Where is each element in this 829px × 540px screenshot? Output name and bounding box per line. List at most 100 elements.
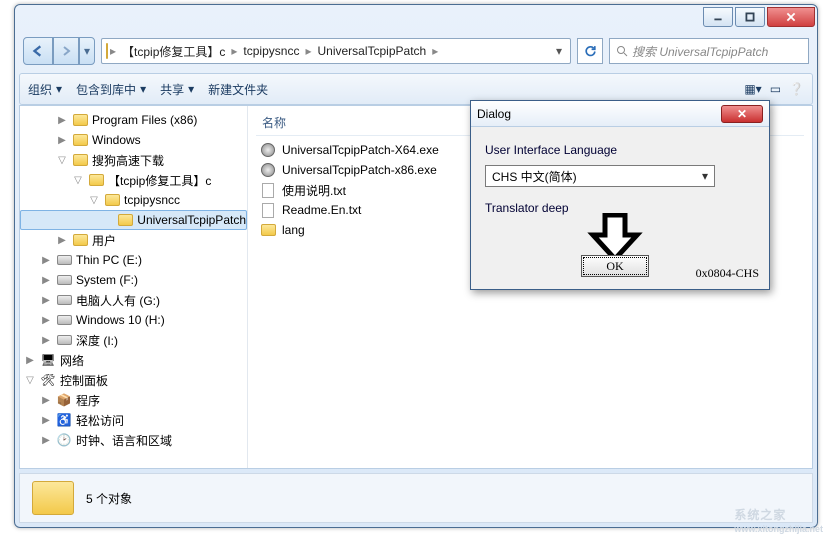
file-name: Readme.En.txt (282, 203, 361, 217)
minimize-button[interactable] (703, 7, 733, 27)
tree-item[interactable]: ▶深度 (I:) (20, 330, 247, 350)
tree-twisty[interactable]: ▶ (40, 395, 52, 406)
dialog-title: Dialog (477, 107, 511, 121)
tree-item[interactable]: ▶📦程序 (20, 390, 247, 410)
tree-item[interactable]: ▶ Windows (20, 130, 247, 150)
tree-item[interactable]: ▶ 🖥网络 (20, 350, 247, 370)
forward-button[interactable] (53, 37, 79, 65)
status-text: 5 个对象 (86, 490, 132, 507)
include-button[interactable]: 包含到库中▾ (76, 81, 146, 98)
tree-label: Windows (92, 133, 141, 147)
ease-icon: ♿ (56, 412, 72, 428)
preview-button[interactable]: ▭ (770, 82, 781, 96)
tree-item[interactable]: ▶ ♿轻松访问 (20, 410, 247, 430)
folder-icon (72, 152, 88, 168)
tree-twisty[interactable]: ▽ (56, 155, 68, 166)
tree-label: UniversalTcpipPatch (137, 213, 246, 227)
help-button[interactable]: ❔ (789, 82, 804, 96)
dialog-close-button[interactable]: ✕ (721, 105, 763, 123)
view-button[interactable]: ▦▾ (744, 82, 761, 96)
tree-item[interactable]: ▽搜狗高速下载 (20, 150, 247, 170)
titlebar (15, 5, 817, 35)
tree-label: Program Files (x86) (92, 113, 197, 127)
breadcrumb-item[interactable]: 【tcpip修复工具】c (118, 41, 229, 62)
nav-history-dropdown[interactable]: ▾ (79, 37, 95, 65)
tree-twisty[interactable]: ▶ (40, 335, 52, 346)
tree-twisty[interactable]: ▶ (40, 295, 52, 306)
language-label: User Interface Language (485, 143, 755, 157)
tree-item[interactable]: ▽ tcpipysncc (20, 190, 247, 210)
tree-twisty[interactable]: ▶ (24, 355, 36, 366)
folder-big-icon (32, 481, 74, 515)
folder-icon (88, 172, 104, 188)
tree-twisty[interactable]: ▶ (56, 235, 68, 246)
search-input[interactable]: 搜索 UniversalTcpipPatch (609, 38, 809, 64)
address-bar[interactable]: ▸ 【tcpip修复工具】c ▸ tcpipysncc ▸ UniversalT… (101, 38, 571, 64)
drive-icon (56, 272, 72, 288)
search-placeholder: 搜索 UniversalTcpipPatch (632, 43, 768, 60)
tree-label: 程序 (76, 392, 100, 409)
ok-button[interactable]: OK (581, 255, 649, 277)
tree-item[interactable]: ▶System (F:) (20, 270, 247, 290)
tree-item[interactable]: ▶Thin PC (E:) (20, 250, 247, 270)
refresh-button[interactable] (577, 38, 603, 64)
tree-twisty[interactable]: ▶ (40, 435, 52, 446)
breadcrumb-item[interactable]: UniversalTcpipPatch (313, 42, 430, 60)
tree-twisty[interactable]: ▶ (40, 255, 52, 266)
tree-twisty[interactable]: ▽ (24, 375, 36, 386)
breadcrumb-sep: ▸ (303, 44, 313, 58)
tree-item[interactable]: ▽ 🛠控制面板 (20, 370, 247, 390)
net-icon: 🖥 (40, 352, 56, 368)
drive-icon (56, 312, 72, 328)
tree-twisty[interactable]: ▽ (72, 175, 84, 186)
tree-label: 控制面板 (60, 372, 108, 389)
tree-label: tcpipysncc (124, 193, 180, 207)
tree-label: 轻松访问 (76, 412, 124, 429)
organize-button[interactable]: 组织▾ (28, 81, 62, 98)
tree-twisty[interactable]: ▶ (56, 115, 68, 126)
tree-item[interactable]: ▶🕑时钟、语言和区域 (20, 430, 247, 450)
breadcrumb-item[interactable]: tcpipysncc (239, 42, 303, 60)
tree-twisty[interactable]: ▶ (56, 135, 68, 146)
tree-label: 网络 (60, 352, 84, 369)
tree-item[interactable]: UniversalTcpipPatch (20, 210, 247, 230)
address-dropdown[interactable]: ▾ (552, 44, 566, 58)
maximize-button[interactable] (735, 7, 765, 27)
file-name: lang (282, 223, 305, 237)
tree-item[interactable]: ▶ 用户 (20, 230, 247, 250)
locale-code: 0x0804-CHS (696, 266, 759, 281)
breadcrumb-sep: ▸ (430, 44, 440, 58)
language-combobox[interactable]: CHS 中文(简体) ▾ (485, 165, 715, 187)
tree-item[interactable]: ▶Windows 10 (H:) (20, 310, 247, 330)
tree-item[interactable]: ▶ Program Files (x86) (20, 110, 247, 130)
drive-icon (56, 252, 72, 268)
language-dialog: Dialog ✕ User Interface Language CHS 中文(… (470, 100, 770, 290)
txt-icon (260, 182, 276, 198)
breadcrumb-sep: ▸ (229, 44, 239, 58)
file-name: 使用说明.txt (282, 182, 346, 199)
search-icon (616, 45, 628, 57)
close-button[interactable] (767, 7, 815, 27)
tree-item[interactable]: ▶ 电脑人人有 (G:) (20, 290, 247, 310)
folder-icon (72, 132, 88, 148)
drive-icon (56, 292, 72, 308)
newfolder-button[interactable]: 新建文件夹 (208, 81, 268, 98)
folder-icon (72, 232, 88, 248)
tree-label: 用户 (92, 232, 116, 249)
tree-twisty[interactable]: ▶ (40, 315, 52, 326)
back-button[interactable] (23, 37, 53, 65)
tree-twisty[interactable]: ▶ (40, 415, 52, 426)
tree-item[interactable]: ▽【tcpip修复工具】c (20, 170, 247, 190)
tree-twisty[interactable]: ▶ (40, 275, 52, 286)
chevron-down-icon: ▾ (702, 169, 708, 183)
folder-icon (72, 112, 88, 128)
tree-twisty[interactable]: ▽ (88, 195, 100, 206)
drive-icon (56, 332, 72, 348)
dialog-titlebar: Dialog ✕ (471, 101, 769, 127)
cpl-icon: 🛠 (40, 372, 56, 388)
nav-tree[interactable]: ▶ Program Files (x86) ▶ Windows ▽搜狗高速下载▽【tcp… (20, 106, 248, 468)
share-button[interactable]: 共享▾ (160, 81, 194, 98)
folder-icon (118, 212, 133, 228)
status-bar: 5 个对象 (19, 473, 813, 523)
tree-label: 电脑人人有 (G:) (76, 292, 160, 309)
